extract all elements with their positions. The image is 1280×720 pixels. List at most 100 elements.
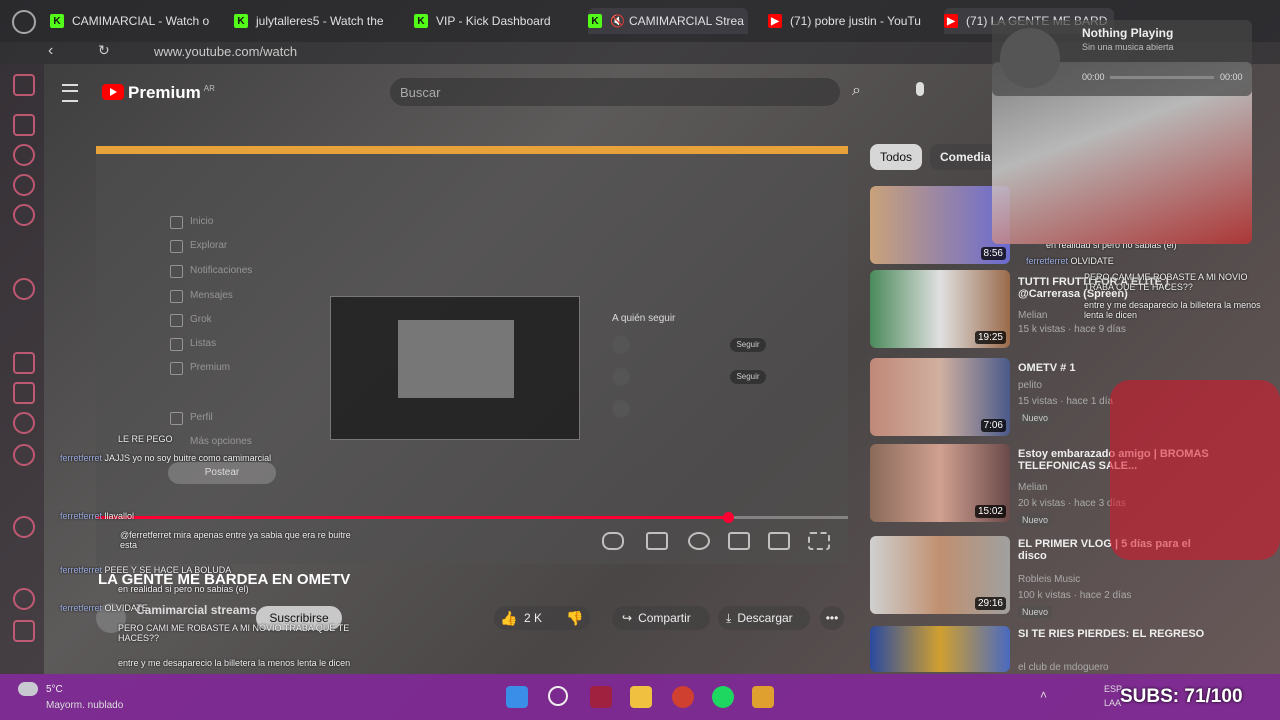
home-icon[interactable] bbox=[13, 74, 35, 96]
youtube-icon: ▶ bbox=[768, 14, 782, 28]
sidebar-app-icon[interactable] bbox=[13, 114, 35, 136]
cloud-icon[interactable] bbox=[18, 682, 38, 696]
chat-message: ferretferret OLVIDATE bbox=[1026, 256, 1114, 266]
temperature[interactable]: 5°C bbox=[46, 684, 63, 695]
chat-message: entre y me desaparecio la billetera la m… bbox=[118, 658, 351, 668]
avatar bbox=[612, 336, 630, 354]
sidebar-app-icon[interactable] bbox=[13, 174, 35, 196]
share-button[interactable]: ↪ Compartir bbox=[612, 606, 710, 630]
video-progress-bar[interactable] bbox=[96, 512, 848, 523]
chip-todos[interactable]: Todos bbox=[870, 144, 923, 170]
video-duration: 19:25 bbox=[974, 331, 1006, 344]
tab-camimarcial-watch[interactable]: K CAMIMARCIAL - Watch o bbox=[50, 8, 210, 34]
now-playing-widget: Nothing Playing Sin una musica abierta 0… bbox=[992, 20, 1252, 96]
recommendation-thumbnail[interactable]: 7:06 bbox=[870, 358, 1010, 436]
channel-name[interactable]: Camimarcial streams bbox=[136, 603, 257, 617]
more-options-icon[interactable]: ••• bbox=[820, 606, 844, 630]
inner-menu-item: Grok bbox=[190, 314, 212, 325]
like-icon[interactable]: 👍 bbox=[500, 610, 517, 627]
chat-message: en realidad si pero no sabias (el) bbox=[118, 584, 249, 594]
inner-menu-item: Perfil bbox=[190, 412, 213, 423]
muted-speaker-icon[interactable]: 🔇 bbox=[610, 14, 625, 28]
theater-mode-icon[interactable] bbox=[768, 532, 790, 550]
youtube-brand[interactable]: Premium AR bbox=[128, 83, 215, 103]
scrubber-handle[interactable] bbox=[722, 512, 734, 523]
subtitles-icon[interactable] bbox=[646, 532, 668, 550]
music-progress-bar bbox=[1110, 76, 1214, 79]
fullscreen-icon[interactable] bbox=[808, 532, 830, 550]
windows-start-icon[interactable] bbox=[506, 686, 528, 708]
recommendation-channel[interactable]: Melian bbox=[1018, 310, 1047, 321]
profile-icon[interactable] bbox=[12, 10, 36, 34]
browser-icon[interactable] bbox=[672, 686, 694, 708]
chat-message: LE RE PEGO bbox=[118, 434, 173, 444]
taskbar-app-icon[interactable] bbox=[590, 686, 612, 708]
youtube-logo-icon[interactable] bbox=[102, 84, 124, 100]
sidebar-app-icon[interactable] bbox=[13, 588, 35, 610]
instagram-icon[interactable] bbox=[13, 382, 35, 404]
taskbar-app-icon[interactable] bbox=[752, 686, 774, 708]
microphone-icon[interactable] bbox=[916, 82, 924, 96]
settings-gear-icon[interactable] bbox=[688, 532, 710, 550]
search-icon[interactable] bbox=[548, 686, 568, 706]
mail-icon bbox=[170, 290, 183, 303]
kick-icon: K bbox=[588, 14, 602, 28]
list-icon bbox=[170, 338, 183, 351]
autoplay-toggle[interactable] bbox=[602, 532, 624, 550]
new-badge: Nuevo bbox=[1018, 606, 1053, 618]
tab-julytalleres5[interactable]: Kjulytalleres5 - Watch the bbox=[234, 8, 389, 34]
x-icon[interactable] bbox=[13, 444, 35, 466]
search-input[interactable]: Buscar bbox=[390, 78, 840, 106]
recommendation-meta: 15 k vistas · hace 9 días bbox=[1018, 324, 1126, 335]
search-icon[interactable]: ⌕ bbox=[852, 82, 861, 100]
weather-description[interactable]: Mayorm. nublado bbox=[46, 700, 123, 711]
messenger-icon[interactable] bbox=[13, 352, 35, 374]
file-explorer-icon[interactable] bbox=[630, 686, 652, 708]
miniplayer-icon[interactable] bbox=[728, 532, 750, 550]
recommendation-title[interactable]: SI TE RIES PIERDES: EL REGRESO bbox=[1018, 628, 1218, 640]
recommendation-thumbnail[interactable] bbox=[870, 626, 1010, 672]
sidebar-app-icon[interactable] bbox=[13, 144, 35, 166]
chevron-up-icon[interactable]: ˄ bbox=[1040, 688, 1047, 702]
chip-comedia[interactable]: Comedia bbox=[930, 144, 1001, 170]
recommendation-channel[interactable]: Robleis Music bbox=[1018, 574, 1080, 585]
kick-icon: K bbox=[414, 14, 428, 28]
keyboard-layout[interactable]: LAA bbox=[1104, 698, 1121, 708]
subs-goal-counter: SUBS: 71/100 bbox=[1120, 686, 1243, 707]
url-field[interactable]: www.youtube.com/watch bbox=[154, 44, 297, 59]
chat-message: PERO CAMI ME ROBASTE A MI NOVIO TRABA QU… bbox=[1084, 272, 1248, 292]
recommendation-thumbnail[interactable]: 19:25 bbox=[870, 270, 1010, 348]
tiktok-icon[interactable] bbox=[13, 412, 35, 434]
explore-icon bbox=[170, 240, 183, 253]
recommendation-thumbnail[interactable]: 8:56 bbox=[870, 186, 1010, 264]
tab-vip-kick-dashboard[interactable]: K VIP - Kick Dashboard bbox=[414, 8, 564, 34]
recommendation-channel[interactable]: el club de mdoguero bbox=[1018, 662, 1109, 673]
post-button: Postear bbox=[168, 462, 276, 484]
sidebar-app-icon[interactable] bbox=[13, 278, 35, 300]
follow-button: Seguir bbox=[730, 370, 766, 384]
sidebar-app-icon[interactable] bbox=[13, 516, 35, 538]
sidebar-app-icon[interactable] bbox=[13, 204, 35, 226]
recommendation-thumbnail[interactable]: 15:02 bbox=[870, 444, 1010, 522]
bell-icon bbox=[170, 265, 183, 278]
reload-icon[interactable]: ↻ bbox=[98, 42, 110, 59]
recommendation-thumbnail[interactable]: 29:16 bbox=[870, 536, 1010, 614]
spotify-icon[interactable] bbox=[712, 686, 734, 708]
kick-icon: K bbox=[50, 14, 64, 28]
dislike-icon[interactable]: 👎 bbox=[566, 610, 583, 627]
kick-icon: K bbox=[234, 14, 248, 28]
download-button[interactable]: ⤓ Descargar bbox=[718, 606, 810, 630]
recommendation-channel[interactable]: pelito bbox=[1018, 380, 1042, 391]
hamburger-menu-icon[interactable] bbox=[62, 84, 78, 102]
video-duration: 8:56 bbox=[980, 247, 1006, 260]
recommendation-title[interactable]: OMETV # 1 bbox=[1018, 362, 1218, 374]
download-icon: ⤓ bbox=[726, 611, 732, 625]
avatar bbox=[612, 368, 630, 386]
recommendation-channel[interactable]: Melian bbox=[1018, 482, 1047, 493]
sidebar-app-icon[interactable] bbox=[13, 620, 35, 642]
tab-pobre-justin[interactable]: ▶ (71) pobre justin - YouTu bbox=[768, 8, 928, 34]
tab-camimarcial-stream[interactable]: K 🔇 CAMIMARCIAL Strea bbox=[588, 8, 748, 34]
chat-message: @ferretferret mira apenas entre ya sabia… bbox=[120, 530, 351, 550]
now-playing-subtitle: Sin una musica abierta bbox=[1082, 42, 1174, 52]
back-icon[interactable]: ‹ bbox=[48, 42, 53, 60]
